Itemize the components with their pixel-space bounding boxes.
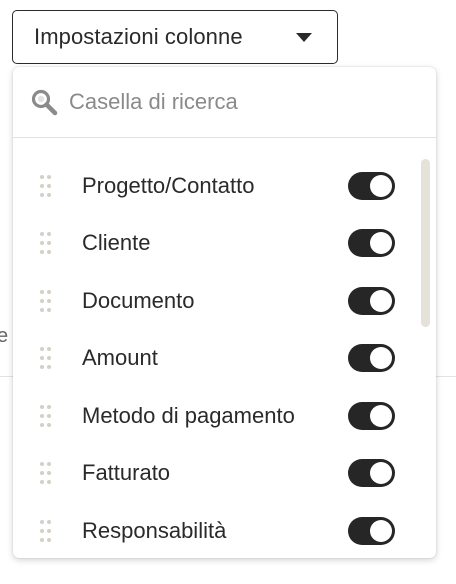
column-visibility-toggle[interactable] (348, 171, 395, 200)
search-icon (31, 89, 58, 116)
column-row: Metodo di pagamento (13, 387, 436, 445)
column-row-label: Progetto/Contatto (82, 172, 255, 198)
caret-down-icon (296, 33, 312, 42)
column-settings-dropdown-button[interactable]: Impostazioni colonne (12, 10, 338, 64)
search-row (13, 67, 436, 138)
column-row-label: Fatturato (82, 460, 171, 486)
column-settings-panel: Progetto/Contatto Cliente Documento Amount M… (13, 67, 436, 558)
toggle-knob (370, 519, 392, 542)
toggle-knob (370, 174, 392, 197)
column-visibility-toggle[interactable] (348, 229, 395, 258)
toggle-knob (370, 347, 392, 370)
toggle-knob (370, 289, 392, 312)
toggle-knob (370, 404, 392, 427)
column-row: Amount (13, 330, 436, 388)
column-list: Progetto/Contatto Cliente Documento Amount M… (13, 157, 436, 558)
drag-handle-icon[interactable] (40, 404, 52, 427)
scrollbar-thumb[interactable] (421, 159, 430, 327)
column-row-label: Cliente (82, 230, 151, 256)
column-visibility-toggle[interactable] (348, 516, 395, 545)
column-row-label: Amount (82, 345, 158, 371)
toggle-knob (370, 462, 392, 485)
column-row: Documento (13, 272, 436, 330)
column-row-label: Documento (82, 287, 195, 313)
column-row-label: Metodo di pagamento (82, 402, 295, 428)
column-row: Fatturato (13, 445, 436, 503)
drag-handle-icon[interactable] (40, 519, 52, 542)
column-row-label: Responsabilità (82, 517, 227, 543)
column-visibility-toggle[interactable] (348, 401, 395, 430)
column-settings-label: Impostazioni colonne (34, 24, 243, 49)
drag-handle-icon[interactable] (40, 289, 52, 312)
column-row: Cliente (13, 215, 436, 273)
column-visibility-toggle[interactable] (348, 344, 395, 373)
drag-handle-icon[interactable] (40, 462, 52, 485)
toggle-knob (370, 232, 392, 255)
column-row: Progetto/Contatto (13, 157, 436, 215)
background-partial-text: e (0, 325, 9, 347)
page: e Impostazioni colonne Progetto/Contatto… (0, 0, 456, 584)
drag-handle-icon[interactable] (40, 174, 52, 197)
column-visibility-toggle[interactable] (348, 459, 395, 488)
drag-handle-icon[interactable] (40, 347, 52, 370)
search-input[interactable] (69, 85, 409, 119)
column-row: Responsabilità (13, 502, 436, 558)
drag-handle-icon[interactable] (40, 232, 52, 255)
column-visibility-toggle[interactable] (348, 286, 395, 315)
